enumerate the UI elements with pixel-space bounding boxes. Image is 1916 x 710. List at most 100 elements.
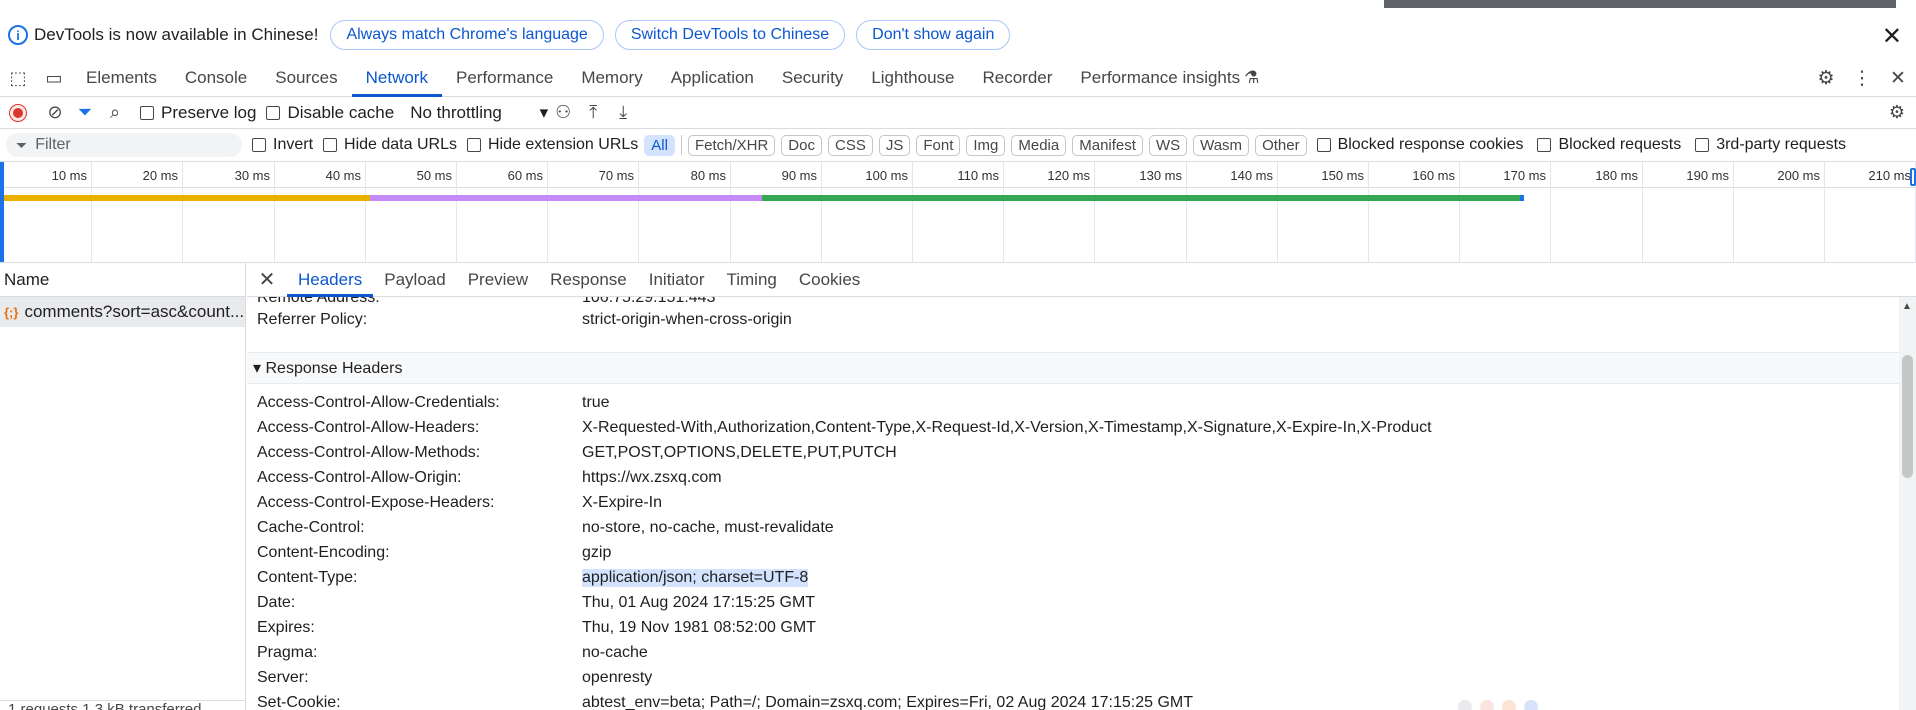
header-value[interactable]: abtest_env=beta; Path=/; Domain=zsxq.com… <box>582 694 1193 710</box>
response-headers-section-toggle[interactable]: ▾ Response Headers <box>247 352 1899 384</box>
hide-data-urls-checkbox[interactable]: Hide data URLs <box>323 136 457 154</box>
header-value[interactable]: true <box>582 394 610 412</box>
checkbox-box <box>1695 138 1710 152</box>
header-value[interactable]: application/json; charset=UTF-8 <box>582 569 809 587</box>
throttling-select[interactable]: No throttling ▾ <box>410 103 548 123</box>
tab-cookies[interactable]: Cookies <box>788 263 871 297</box>
header-value[interactable]: X-Expire-In <box>582 494 662 512</box>
type-filter-all[interactable]: All <box>644 134 675 156</box>
timeline-right-handle[interactable] <box>1910 168 1916 186</box>
third-party-requests-checkbox[interactable]: 3rd-party requests <box>1695 136 1846 154</box>
type-filter-wasm[interactable]: Wasm <box>1193 134 1250 156</box>
close-devtools-icon[interactable]: ✕ <box>1880 67 1916 90</box>
language-infobar: i DevTools is now available in Chinese! … <box>0 10 1916 60</box>
type-filter-font[interactable]: Font <box>916 134 961 156</box>
inspect-element-icon[interactable]: ⬚ <box>0 68 36 89</box>
type-filter-media[interactable]: Media <box>1011 134 1067 156</box>
hide-extension-urls-checkbox[interactable]: Hide extension URLs <box>466 136 638 154</box>
export-har-icon[interactable]: ⤓ <box>608 102 638 123</box>
invert-checkbox[interactable]: Invert <box>252 136 313 154</box>
type-filter-ws[interactable]: WS <box>1148 134 1188 156</box>
settings-gear-icon[interactable]: ⚙ <box>1808 67 1844 90</box>
tab-application[interactable]: Application <box>657 60 768 97</box>
timeline-tick-label: 140 ms <box>1230 168 1273 183</box>
search-icon[interactable]: ⌕ <box>100 102 130 123</box>
tab-payload[interactable]: Payload <box>373 263 456 297</box>
header-value[interactable]: Thu, 01 Aug 2024 17:15:25 GMT <box>582 594 815 612</box>
tab-performance-insights-label: Performance insights <box>1080 67 1241 87</box>
dont-show-again-button[interactable]: Don't show again <box>856 20 1011 50</box>
header-key: Cache-Control: <box>257 519 365 536</box>
clear-icon[interactable]: ⊘ <box>40 102 70 123</box>
tab-lighthouse[interactable]: Lighthouse <box>857 60 968 97</box>
timeline-tick-label: 30 ms <box>234 168 270 183</box>
timeline-gridline <box>1094 162 1095 263</box>
tab-preview[interactable]: Preview <box>457 263 539 297</box>
scrollbar-thumb[interactable] <box>1902 355 1913 478</box>
close-detail-icon[interactable]: ✕ <box>247 267 287 292</box>
blocked-response-cookies-label: Blocked response cookies <box>1337 136 1524 153</box>
filter-funnel-icon[interactable]: ⏷ <box>70 102 100 123</box>
header-value[interactable]: GET,POST,OPTIONS,DELETE,PUT,PUTCH <box>582 444 897 462</box>
filter-input[interactable]: ⏷ Filter <box>6 133 242 157</box>
filter-icon: ⏷ <box>16 136 28 153</box>
checkbox-box <box>266 105 281 120</box>
more-options-icon[interactable]: ⋮ <box>1844 67 1880 90</box>
timeline-tick-label: 20 ms <box>142 168 178 183</box>
tab-initiator[interactable]: Initiator <box>638 263 716 297</box>
name-column-header[interactable]: Name <box>0 263 245 297</box>
header-value[interactable]: openresty <box>582 669 652 687</box>
request-row[interactable]: {;} comments?sort=asc&count... <box>0 297 245 327</box>
blocked-requests-checkbox[interactable]: Blocked requests <box>1537 136 1681 154</box>
tab-response[interactable]: Response <box>539 263 638 297</box>
tab-console[interactable]: Console <box>171 60 261 97</box>
tab-network[interactable]: Network <box>351 60 442 97</box>
tab-performance-insights[interactable]: Performance insights ⚗ <box>1066 60 1273 97</box>
type-filter-img[interactable]: Img <box>966 134 1006 156</box>
header-value[interactable]: gzip <box>582 544 611 562</box>
header-key: Content-Encoding: <box>257 544 390 561</box>
network-filterbar: ⏷ Filter Invert Hide data URLs Hide exten… <box>0 129 1916 162</box>
import-har-icon[interactable]: ⤒ <box>578 102 608 123</box>
blocked-response-cookies-checkbox[interactable]: Blocked response cookies <box>1316 136 1524 154</box>
vertical-scrollbar[interactable]: ▲ <box>1899 297 1916 710</box>
header-value[interactable]: no-store, no-cache, must-revalidate <box>582 519 834 537</box>
device-toolbar-icon[interactable]: ▭ <box>36 68 72 89</box>
network-overview-timeline[interactable]: 10 ms 20 ms 30 ms 40 ms 50 ms 60 ms 70 ms 80 ms… <box>0 162 1916 263</box>
header-value[interactable]: X-Requested-With,Authorization,Content-T… <box>582 419 1432 437</box>
timeline-tick-label: 10 ms <box>51 168 87 183</box>
header-value[interactable]: no-cache <box>582 644 648 662</box>
type-filter-css[interactable]: CSS <box>827 134 873 156</box>
scroll-up-arrow-icon[interactable]: ▲ <box>1902 301 1912 312</box>
network-conditions-icon[interactable]: ⚇ <box>548 102 578 123</box>
throttling-value: No throttling <box>410 102 502 122</box>
timeline-tick-label: 160 ms <box>1412 168 1455 183</box>
disable-cache-checkbox[interactable]: Disable cache <box>266 103 394 123</box>
tab-headers[interactable]: Headers <box>287 263 374 297</box>
type-filter-js[interactable]: JS <box>878 134 911 156</box>
timeline-tick-label: 180 ms <box>1595 168 1638 183</box>
type-filter-fetch-xhr[interactable]: Fetch/XHR <box>687 134 776 156</box>
close-icon[interactable]: ✕ <box>1882 22 1902 51</box>
preserve-log-checkbox[interactable]: Preserve log <box>140 103 256 123</box>
type-filter-manifest[interactable]: Manifest <box>1072 134 1143 156</box>
timeline-tick-label: 60 ms <box>507 168 543 183</box>
tab-recorder[interactable]: Recorder <box>969 60 1067 97</box>
tab-memory[interactable]: Memory <box>567 60 656 97</box>
xhr-braces-icon: {;} <box>4 304 19 320</box>
type-filter-doc[interactable]: Doc <box>781 134 822 156</box>
tab-elements[interactable]: Elements <box>72 60 171 97</box>
tab-performance[interactable]: Performance <box>442 60 567 97</box>
tab-security[interactable]: Security <box>768 60 857 97</box>
network-settings-gear-icon[interactable]: ⚙ <box>1882 102 1912 123</box>
tab-timing[interactable]: Timing <box>715 263 787 297</box>
header-value[interactable]: https://wx.zsxq.com <box>582 469 722 487</box>
type-filter-other[interactable]: Other <box>1255 134 1307 156</box>
timeline-left-handle[interactable] <box>0 162 4 262</box>
header-value[interactable]: Thu, 19 Nov 1981 08:52:00 GMT <box>582 619 816 637</box>
timeline-tick-label: 210 ms <box>1868 168 1911 183</box>
switch-to-chinese-button[interactable]: Switch DevTools to Chinese <box>614 20 846 50</box>
always-match-language-button[interactable]: Always match Chrome's language <box>330 20 604 50</box>
stop-recording-icon[interactable] <box>10 104 26 121</box>
tab-sources[interactable]: Sources <box>261 60 351 97</box>
